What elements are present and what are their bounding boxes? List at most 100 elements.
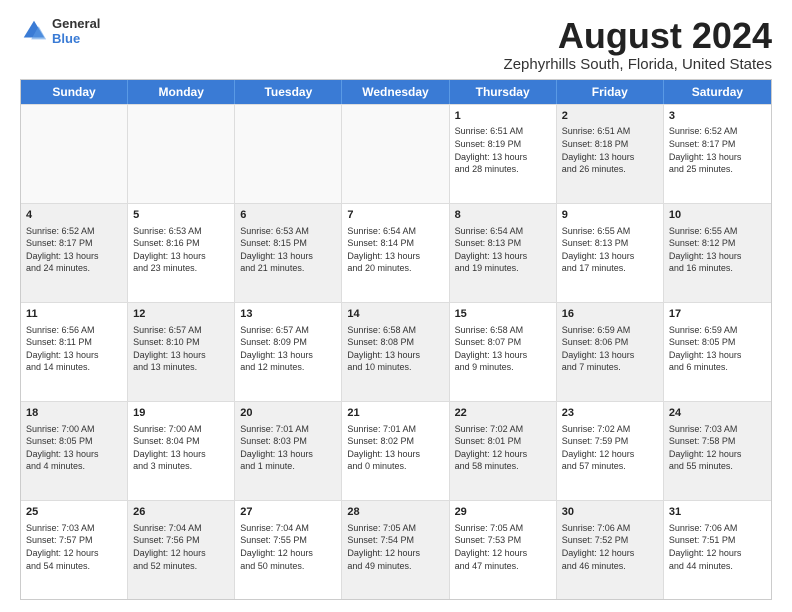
day-number: 4: [26, 208, 122, 223]
calendar-cell: 29 Sunrise: 7:05 AM Sunset: 7:53 PM Dayli…: [450, 501, 557, 599]
header-day-tuesday: Tuesday: [235, 80, 342, 104]
calendar-row-5: 25Sunrise: 7:03 AM Sunset: 7:57 PM Dayli…: [21, 500, 771, 599]
calendar-cell: 12Sunrise: 6:57 AM Sunset: 8:10 PM Dayli…: [128, 303, 235, 401]
day-number: 1: [455, 109, 551, 124]
calendar-cell: 11 Sunrise: 6:56 AM Sunset: 8:11 PM Dayli…: [21, 303, 128, 401]
cell-info: Sunrise: 6:57 AM Sunset: 8:09 PM Dayligh…: [240, 324, 336, 374]
calendar-row-4: 18Sunrise: 7:00 AM Sunset: 8:05 PM Dayli…: [21, 401, 771, 500]
day-number: 2: [562, 109, 658, 124]
day-number: 22: [455, 406, 551, 421]
calendar-cell: 10Sunrise: 6:55 AM Sunset: 8:12 PM Dayli…: [664, 204, 771, 302]
cell-info: Sunrise: 7:03 AM Sunset: 7:58 PM Dayligh…: [669, 423, 766, 473]
day-number: 28: [347, 505, 443, 520]
header-day-saturday: Saturday: [664, 80, 771, 104]
calendar-cell: 30 Sunrise: 7:06 AM Sunset: 7:52 PM Dayli…: [557, 501, 664, 599]
main-title: August 2024: [504, 16, 772, 56]
day-number: 25: [26, 505, 122, 520]
day-number: 3: [669, 109, 766, 124]
cell-info: Sunrise: 7:04 AM Sunset: 7:56 PM Dayligh…: [133, 522, 229, 572]
cell-info: Sunrise: 6:59 AM Sunset: 8:05 PM Dayligh…: [669, 324, 766, 374]
calendar-cell: 21 Sunrise: 7:01 AM Sunset: 8:02 PM Dayli…: [342, 402, 449, 500]
day-number: 17: [669, 307, 766, 322]
cell-info: Sunrise: 7:01 AM Sunset: 8:02 PM Dayligh…: [347, 423, 443, 473]
cell-info: Sunrise: 6:54 AM Sunset: 8:13 PM Dayligh…: [455, 225, 551, 275]
day-number: 9: [562, 208, 658, 223]
day-number: 29: [455, 505, 551, 520]
cell-info: Sunrise: 7:00 AM Sunset: 8:04 PM Dayligh…: [133, 423, 229, 473]
day-number: 15: [455, 307, 551, 322]
page: General Blue August 2024 Zephyrhills Sou…: [0, 0, 792, 612]
cell-info: Sunrise: 7:05 AM Sunset: 7:53 PM Dayligh…: [455, 522, 551, 572]
cell-info: Sunrise: 6:51 AM Sunset: 8:18 PM Dayligh…: [562, 125, 658, 175]
cell-info: Sunrise: 6:52 AM Sunset: 8:17 PM Dayligh…: [669, 125, 766, 175]
calendar-row-3: 11 Sunrise: 6:56 AM Sunset: 8:11 PM Dayli…: [21, 302, 771, 401]
cell-info: Sunrise: 6:56 AM Sunset: 8:11 PM Dayligh…: [26, 324, 122, 374]
calendar-cell: 14 Sunrise: 6:58 AM Sunset: 8:08 PM Dayli…: [342, 303, 449, 401]
cell-info: Sunrise: 6:52 AM Sunset: 8:17 PM Dayligh…: [26, 225, 122, 275]
calendar-cell: [21, 105, 128, 203]
calendar-cell: 13 Sunrise: 6:57 AM Sunset: 8:09 PM Dayli…: [235, 303, 342, 401]
calendar-cell: 25Sunrise: 7:03 AM Sunset: 7:57 PM Dayli…: [21, 501, 128, 599]
header-day-friday: Friday: [557, 80, 664, 104]
cell-info: Sunrise: 6:53 AM Sunset: 8:15 PM Dayligh…: [240, 225, 336, 275]
calendar-cell: 2Sunrise: 6:51 AM Sunset: 8:18 PM Daylig…: [557, 105, 664, 203]
calendar-cell: 16 Sunrise: 6:59 AM Sunset: 8:06 PM Dayli…: [557, 303, 664, 401]
cell-info: Sunrise: 6:58 AM Sunset: 8:07 PM Dayligh…: [455, 324, 551, 374]
logo: General Blue: [20, 16, 100, 46]
day-number: 6: [240, 208, 336, 223]
calendar-cell: 24 Sunrise: 7:03 AM Sunset: 7:58 PM Dayli…: [664, 402, 771, 500]
title-block: August 2024 Zephyrhills South, Florida, …: [504, 16, 772, 73]
logo-icon: [20, 17, 48, 45]
day-number: 20: [240, 406, 336, 421]
calendar-cell: 22 Sunrise: 7:02 AM Sunset: 8:01 PM Dayli…: [450, 402, 557, 500]
cell-info: Sunrise: 7:02 AM Sunset: 7:59 PM Dayligh…: [562, 423, 658, 473]
header-day-thursday: Thursday: [450, 80, 557, 104]
calendar-cell: 1Sunrise: 6:51 AM Sunset: 8:19 PM Daylig…: [450, 105, 557, 203]
cell-info: Sunrise: 7:00 AM Sunset: 8:05 PM Dayligh…: [26, 423, 122, 473]
calendar-row-1: 1Sunrise: 6:51 AM Sunset: 8:19 PM Daylig…: [21, 104, 771, 203]
day-number: 24: [669, 406, 766, 421]
cell-info: Sunrise: 7:06 AM Sunset: 7:52 PM Dayligh…: [562, 522, 658, 572]
logo-text: General Blue: [52, 16, 100, 46]
day-number: 8: [455, 208, 551, 223]
calendar-cell: 18Sunrise: 7:00 AM Sunset: 8:05 PM Dayli…: [21, 402, 128, 500]
calendar-cell: 20 Sunrise: 7:01 AM Sunset: 8:03 PM Dayli…: [235, 402, 342, 500]
day-number: 13: [240, 307, 336, 322]
cell-info: Sunrise: 7:06 AM Sunset: 7:51 PM Dayligh…: [669, 522, 766, 572]
day-number: 26: [133, 505, 229, 520]
calendar-cell: 8 Sunrise: 6:54 AM Sunset: 8:13 PM Daylig…: [450, 204, 557, 302]
calendar-cell: 17 Sunrise: 6:59 AM Sunset: 8:05 PM Dayli…: [664, 303, 771, 401]
calendar-cell: 6 Sunrise: 6:53 AM Sunset: 8:15 PM Daylig…: [235, 204, 342, 302]
cell-info: Sunrise: 7:01 AM Sunset: 8:03 PM Dayligh…: [240, 423, 336, 473]
day-number: 23: [562, 406, 658, 421]
day-number: 5: [133, 208, 229, 223]
header-day-monday: Monday: [128, 80, 235, 104]
calendar-cell: 3Sunrise: 6:52 AM Sunset: 8:17 PM Daylig…: [664, 105, 771, 203]
day-number: 30: [562, 505, 658, 520]
calendar-cell: 15 Sunrise: 6:58 AM Sunset: 8:07 PM Dayli…: [450, 303, 557, 401]
day-number: 14: [347, 307, 443, 322]
calendar: SundayMondayTuesdayWednesdayThursdayFrid…: [20, 79, 772, 600]
calendar-body: 1Sunrise: 6:51 AM Sunset: 8:19 PM Daylig…: [21, 104, 771, 599]
day-number: 27: [240, 505, 336, 520]
cell-info: Sunrise: 6:58 AM Sunset: 8:08 PM Dayligh…: [347, 324, 443, 374]
calendar-cell: 7 Sunrise: 6:54 AM Sunset: 8:14 PM Daylig…: [342, 204, 449, 302]
calendar-row-2: 4 Sunrise: 6:52 AM Sunset: 8:17 PM Daylig…: [21, 203, 771, 302]
cell-info: Sunrise: 7:05 AM Sunset: 7:54 PM Dayligh…: [347, 522, 443, 572]
day-number: 10: [669, 208, 766, 223]
cell-info: Sunrise: 7:02 AM Sunset: 8:01 PM Dayligh…: [455, 423, 551, 473]
cell-info: Sunrise: 6:55 AM Sunset: 8:13 PM Dayligh…: [562, 225, 658, 275]
cell-info: Sunrise: 6:59 AM Sunset: 8:06 PM Dayligh…: [562, 324, 658, 374]
cell-info: Sunrise: 6:54 AM Sunset: 8:14 PM Dayligh…: [347, 225, 443, 275]
day-number: 11: [26, 307, 122, 322]
calendar-header: SundayMondayTuesdayWednesdayThursdayFrid…: [21, 80, 771, 104]
calendar-cell: 19Sunrise: 7:00 AM Sunset: 8:04 PM Dayli…: [128, 402, 235, 500]
day-number: 16: [562, 307, 658, 322]
day-number: 7: [347, 208, 443, 223]
subtitle: Zephyrhills South, Florida, United State…: [504, 56, 772, 73]
cell-info: Sunrise: 6:53 AM Sunset: 8:16 PM Dayligh…: [133, 225, 229, 275]
calendar-cell: 4 Sunrise: 6:52 AM Sunset: 8:17 PM Daylig…: [21, 204, 128, 302]
day-number: 31: [669, 505, 766, 520]
calendar-cell: 9 Sunrise: 6:55 AM Sunset: 8:13 PM Daylig…: [557, 204, 664, 302]
day-number: 21: [347, 406, 443, 421]
